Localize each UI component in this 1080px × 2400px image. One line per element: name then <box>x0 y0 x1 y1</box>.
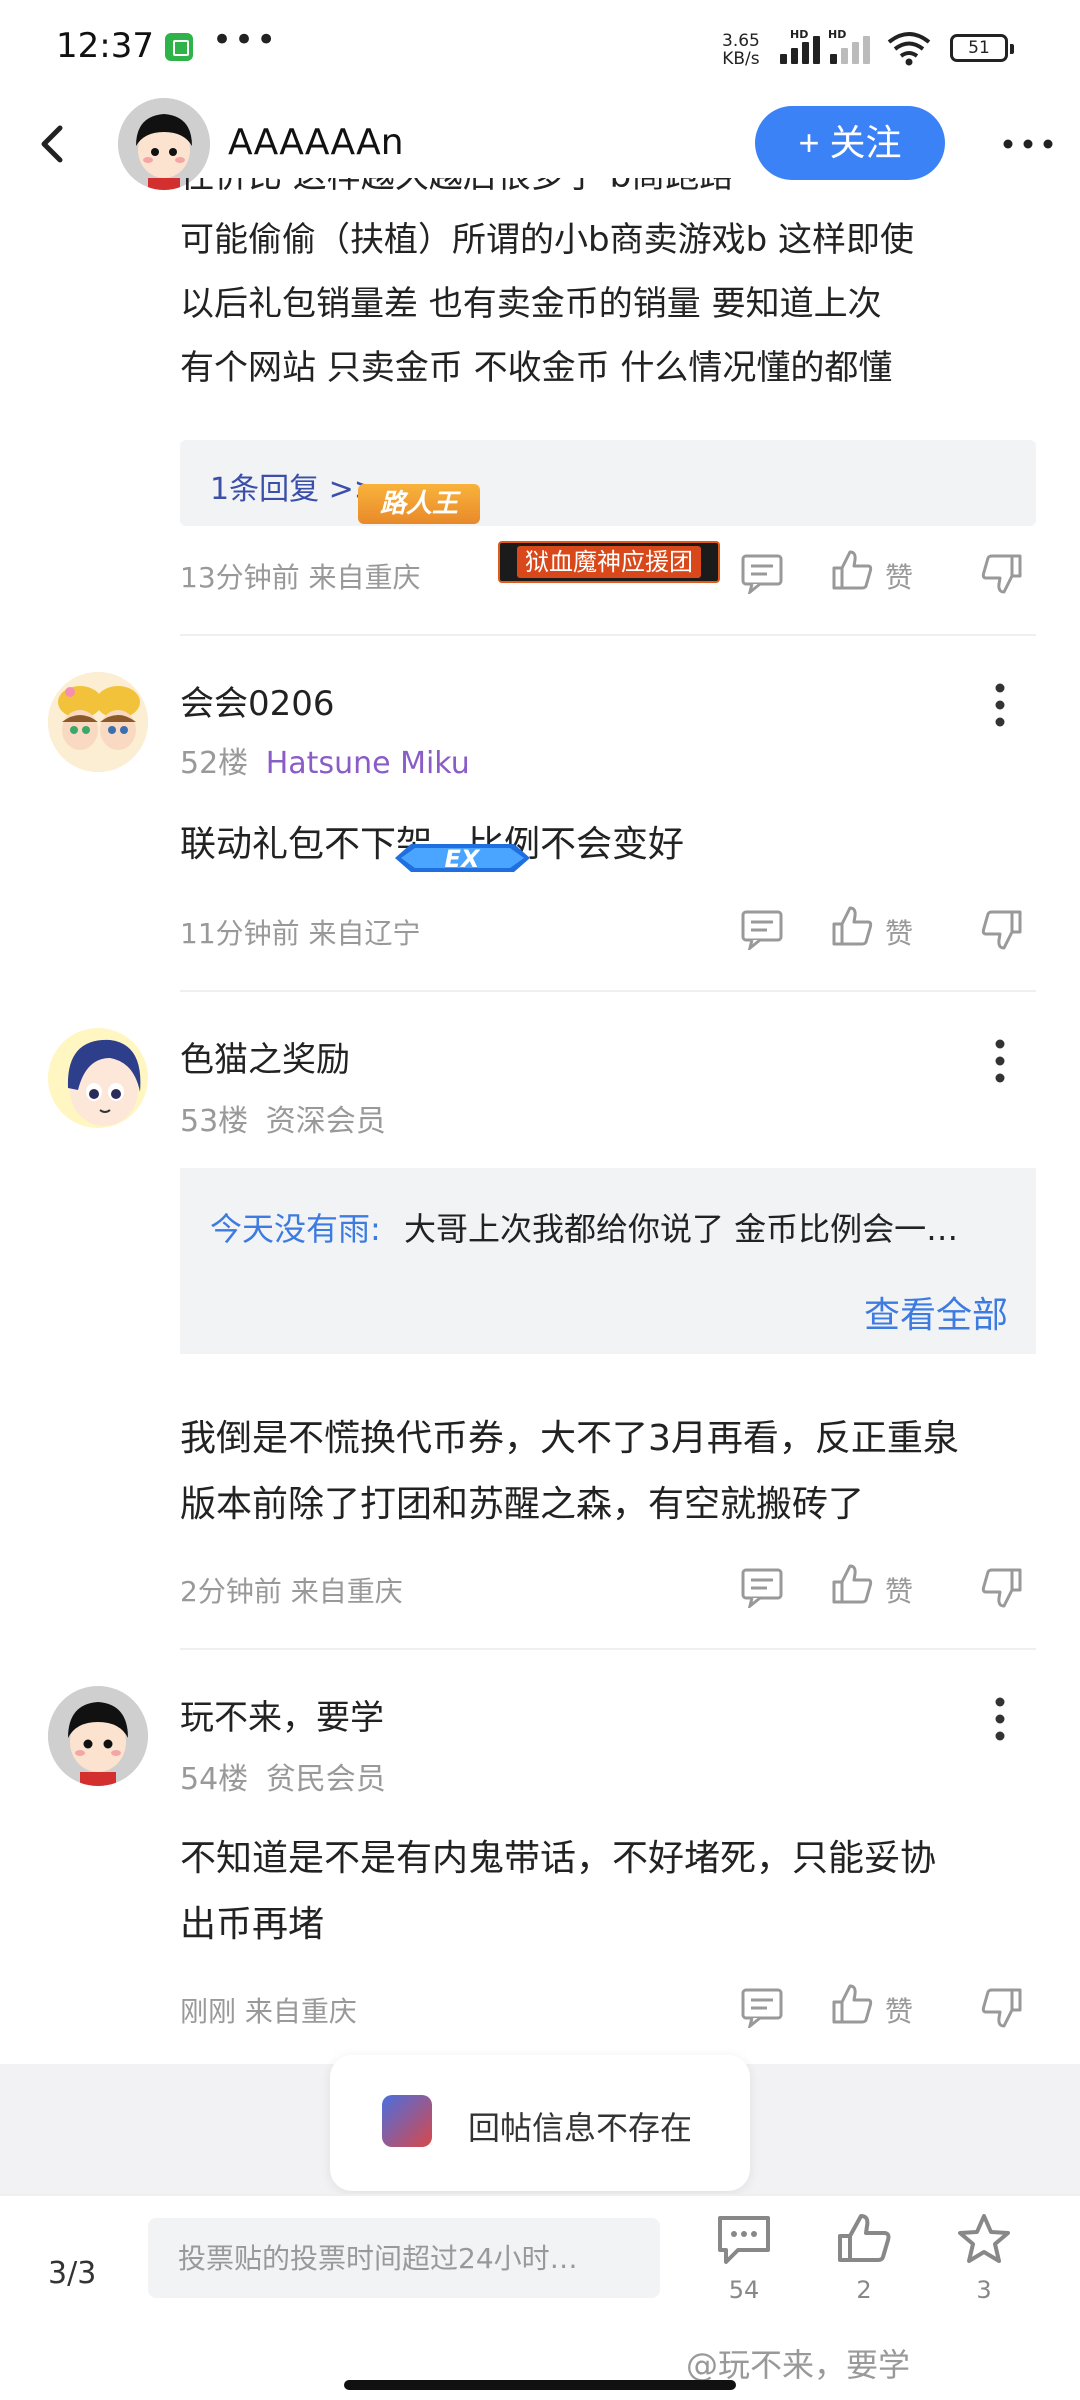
comment-time-location: 2分钟前 来自重庆 <box>180 1575 403 1608</box>
back-arrow-icon[interactable] <box>34 122 74 166</box>
status-bar: 12:37 ••• 3.65 KB/s HD HD 51 <box>0 0 1080 96</box>
comment-text: 联动礼包不下架，比例不会变好 <box>180 812 1040 878</box>
status-time: 12:37 <box>56 26 154 66</box>
user-avatar[interactable] <box>48 672 148 772</box>
comment-text-line: 不知道是不是有内鬼带话，不好堵死，只能妥协 <box>180 1838 937 1879</box>
user-avatar[interactable] <box>48 1686 148 1786</box>
comment-text: 不知道是不是有内鬼带话，不好堵死，只能妥协 出币再堵 <box>180 1826 1040 1958</box>
favorite-count: 3 <box>976 2276 992 2304</box>
dislike-icon[interactable] <box>980 1986 1024 2030</box>
notification-app-icon <box>165 33 193 61</box>
divider <box>180 1648 1036 1650</box>
more-notifications-icon: ••• <box>212 20 279 60</box>
dislike-icon[interactable] <box>980 1566 1024 1610</box>
user-avatar[interactable] <box>48 1028 148 1128</box>
wifi-icon <box>887 32 931 66</box>
like-icon[interactable] <box>830 548 874 592</box>
reply-icon[interactable] <box>740 908 784 950</box>
comment-bubble-icon <box>718 2216 770 2264</box>
user-title: Hatsune Miku <box>265 746 470 781</box>
divider <box>180 990 1036 992</box>
signal-2-icon <box>830 34 876 64</box>
level-badge: 路人王 <box>358 484 480 524</box>
reply-icon[interactable] <box>740 1986 784 2028</box>
floor-number: 52楼 <box>180 746 249 781</box>
comment-menu-icon[interactable] <box>985 1036 1015 1086</box>
comment-text-line: 版本前除了打团和苏醒之森，有空就搬砖了 <box>180 1484 865 1525</box>
star-icon <box>958 2214 1010 2263</box>
comment-time-location: 11分钟前 来自辽宁 <box>180 917 421 950</box>
prev-comment-line: 可能偷偷（扶植）所谓的小b商卖游戏b 这样即使 <box>180 220 914 260</box>
like-label: 赞 <box>885 917 914 950</box>
dislike-icon[interactable] <box>980 552 1024 596</box>
author-avatar[interactable] <box>118 98 210 190</box>
like-label: 赞 <box>885 1575 914 1608</box>
reply-input[interactable] <box>148 2218 660 2298</box>
battery-icon: 51 <box>950 34 1014 62</box>
divider <box>180 634 1036 636</box>
username[interactable]: 玩不来，要学 <box>180 1690 384 1739</box>
ex-badge-text: EX <box>445 845 481 873</box>
network-speed: 3.65 KB/s <box>722 32 760 68</box>
comment-meta: 2分钟前 来自重庆 赞 <box>180 1562 1036 1612</box>
home-indicator[interactable] <box>344 2380 736 2390</box>
comments-button[interactable]: 54 <box>704 2212 784 2332</box>
floor-title-line: 53楼 资深会员 <box>180 1096 386 1140</box>
view-all-link[interactable]: 查看全部 <box>864 1286 1008 1338</box>
user-title: 贫民会员 <box>265 1762 386 1797</box>
username[interactable]: 会会0206 <box>180 676 335 725</box>
comment-text: 我倒是不慌换代币券，大不了3月再看，反正重泉 版本前除了打团和苏醒之森，有空就搬… <box>180 1406 1040 1538</box>
guild-badge-text: 狱血魔神应援团 <box>517 546 701 578</box>
comment-menu-icon[interactable] <box>985 1694 1015 1744</box>
comment-time-location: 13分钟前 来自重庆 <box>180 561 421 594</box>
reply-icon[interactable] <box>740 552 784 594</box>
follow-button[interactable]: + 关注 <box>755 106 945 180</box>
floor-number: 54楼 <box>180 1762 249 1797</box>
user-title: 资深会员 <box>265 1104 386 1139</box>
bottom-action-bar: 3/3 54 2 3 @玩不来，要学 <box>0 2194 1080 2400</box>
reply-icon[interactable] <box>740 1566 784 1608</box>
dislike-icon[interactable] <box>980 908 1024 952</box>
prev-comment-text: 往价比 这样越久越后很多了 b商跑路 可能偷偷（扶植）所谓的小b商卖游戏b 这样… <box>180 178 1040 400</box>
replies-box[interactable]: 1条回复 >> <box>180 440 1036 526</box>
comment-menu-icon[interactable] <box>985 680 1015 730</box>
author-name[interactable]: AAAAAAn <box>228 122 404 163</box>
comment-text-line: 出币再堵 <box>180 1904 325 1945</box>
favorite-button[interactable]: 3 <box>944 2212 1024 2332</box>
thumbs-up-icon <box>838 2214 891 2262</box>
like-label: 赞 <box>885 561 914 594</box>
like-post-button[interactable]: 2 <box>824 2212 904 2332</box>
page-indicator[interactable]: 3/3 <box>48 2256 96 2291</box>
floor-number: 53楼 <box>180 1104 249 1139</box>
quote-author[interactable]: 今天没有雨: <box>210 1204 381 1250</box>
comment-meta: 11分钟前 来自辽宁 赞 <box>180 904 1036 954</box>
like-icon[interactable] <box>830 1982 874 2026</box>
quoted-reply-box[interactable]: 今天没有雨: 大哥上次我都给你说了 金币比例会一… 查看全部 <box>180 1168 1036 1354</box>
like-icon[interactable] <box>830 904 874 948</box>
more-options-icon[interactable] <box>1000 126 1056 162</box>
toast-text: 回帖信息不存在 <box>468 2109 693 2147</box>
floor-title-line: 52楼 Hatsune Miku <box>180 738 470 782</box>
ex-badge: EX <box>395 844 530 873</box>
comment-text-line: 我倒是不慌换代币券，大不了3月再看，反正重泉 <box>180 1418 959 1459</box>
username[interactable]: 色猫之奖励 <box>180 1032 350 1081</box>
network-speed-value: 3.65 <box>722 31 760 51</box>
view-replies-link[interactable]: 1条回复 >> <box>210 464 379 508</box>
comment-meta: 刚刚 来自重庆 赞 <box>180 1982 1036 2032</box>
comment-time-location: 刚刚 来自重庆 <box>180 1995 357 2028</box>
like-icon[interactable] <box>830 1562 874 1606</box>
like-count: 2 <box>856 2276 872 2304</box>
guild-badge: 狱血魔神应援团 <box>498 541 720 583</box>
comment-count: 54 <box>728 2276 760 2304</box>
prev-comment-line: 以后礼包销量差 也有卖金币的销量 要知道上次 <box>180 284 882 324</box>
floor-title-line: 54楼 贫民会员 <box>180 1754 386 1798</box>
network-speed-unit: KB/s <box>722 49 760 69</box>
app-logo-icon <box>382 2095 432 2147</box>
prev-comment-line: 有个网站 只卖金币 不收金币 什么情况懂的都懂 <box>180 348 893 388</box>
quote-text: 大哥上次我都给你说了 金币比例会一… <box>404 1210 959 1248</box>
toast-message: 回帖信息不存在 <box>330 2055 750 2191</box>
like-label: 赞 <box>885 1995 914 2028</box>
signal-icon <box>780 34 826 64</box>
